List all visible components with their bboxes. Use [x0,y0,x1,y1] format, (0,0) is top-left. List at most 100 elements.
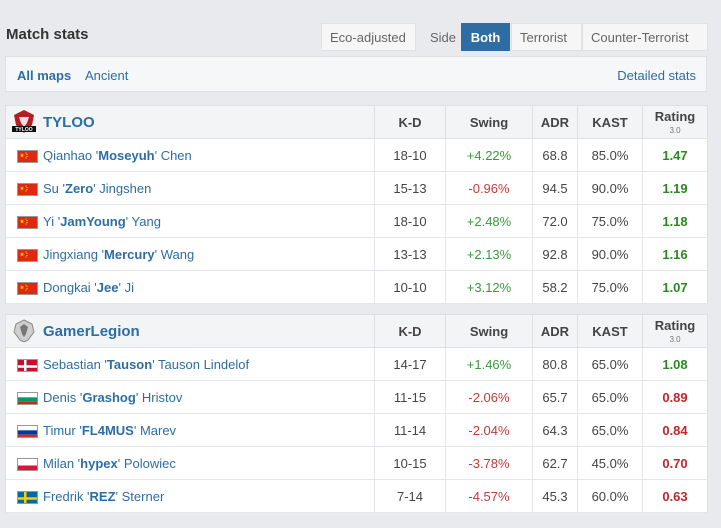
player-first-name: Fredrik ' [43,489,90,504]
player-last-name: ' Chen [154,148,192,163]
kast-cell: 90.0% [577,172,642,204]
column-header-swing: Swing [445,106,532,138]
team-header-row: GamerLegion K-D Swing ADR KAST Rating 3.0 [6,315,707,348]
detailed-stats-link[interactable]: Detailed stats [617,68,696,83]
swing-cell: -3.78% [445,447,532,479]
kd-cell: 13-13 [374,238,445,270]
rating-label: Rating [654,109,696,124]
match-stats-header: Match stats Eco-adjusted Side Both Terro… [0,0,721,56]
kd-cell: 18-10 [374,205,445,237]
player-nickname: FL4MUS [81,423,134,438]
column-header-kast: KAST [577,315,642,347]
rating-cell: 1.16 [642,238,707,270]
player-first-name: Qianhao ' [43,148,99,163]
player-name-link[interactable]: Fredrik 'REZ' Sterner [43,480,164,513]
svg-text:TYLOO: TYLOO [15,127,32,133]
player-nickname: Mercury [104,247,155,262]
team-name-link[interactable]: TYLOO [43,114,95,131]
column-header-rating: Rating 3.0 [642,315,707,347]
player-first-name: Denis ' [43,390,83,405]
gamerlegion-logo-icon [10,318,38,344]
player-first-name: Dongkai ' [43,280,97,295]
player-name-link[interactable]: Yi 'JamYoung' Yang [43,205,161,238]
player-row: Jingxiang 'Mercury' Wang 13-13 +2.13% 92.8 9… [6,238,707,271]
player-name-link[interactable]: Timur 'FL4MUS' Marev [43,414,176,447]
adr-cell: 65.7 [532,381,577,413]
kd-cell: 10-15 [374,447,445,479]
flag-bulgaria-icon [17,392,38,405]
rating-cell: 1.19 [642,172,707,204]
kast-cell: 65.0% [577,414,642,446]
side-counter-terrorist-button[interactable]: Counter-Terrorist [582,23,708,51]
player-first-name: Yi ' [43,214,61,229]
column-header-rating: Rating 3.0 [642,106,707,138]
player-row: Milan 'hypex' Polowiec 10-15 -3.78% 62.7 45.… [6,447,707,480]
flag-russia-icon [17,425,38,438]
map-tab-ancient[interactable]: Ancient [85,68,128,83]
eco-adjusted-toggle[interactable]: Eco-adjusted [321,23,416,51]
kast-cell: 60.0% [577,480,642,512]
player-last-name: ' Sterner [115,489,165,504]
rating-cell: 1.08 [642,348,707,380]
adr-cell: 92.8 [532,238,577,270]
adr-cell: 80.8 [532,348,577,380]
side-terrorist-button[interactable]: Terrorist [511,23,582,51]
player-first-name: Jingxiang ' [43,247,105,262]
player-nickname: Moseyuh [98,148,155,163]
kd-cell: 18-10 [374,139,445,171]
swing-cell: +2.13% [445,238,532,270]
rating-cell: 0.84 [642,414,707,446]
column-header-kast: KAST [577,106,642,138]
player-nickname: Jee [96,280,119,295]
player-name-link[interactable]: Dongkai 'Jee' Ji [43,271,134,304]
tyloo-logo-icon: TYLOO [10,109,38,135]
adr-cell: 45.3 [532,480,577,512]
player-name-link[interactable]: Denis 'Grashog' Hristov [43,381,182,414]
column-header-adr: ADR [532,106,577,138]
side-label: Side [430,30,457,45]
player-first-name: Milan ' [43,456,81,471]
kd-cell: 15-13 [374,172,445,204]
flag-china-icon [17,150,38,163]
swing-cell: +3.12% [445,271,532,303]
player-nickname: Grashog [82,390,136,405]
adr-cell: 62.7 [532,447,577,479]
player-row: Denis 'Grashog' Hristov 11-15 -2.06% 65.7 65… [6,381,707,414]
rating-cell: 1.47 [642,139,707,171]
team-name-link[interactable]: GamerLegion [43,323,140,340]
team-table-gamerlegion: GamerLegion K-D Swing ADR KAST Rating 3.0 Sebas… [5,314,708,513]
kd-cell: 14-17 [374,348,445,380]
adr-cell: 72.0 [532,205,577,237]
player-name-link[interactable]: Qianhao 'Moseyuh' Chen [43,139,192,172]
swing-cell: -2.06% [445,381,532,413]
kast-cell: 75.0% [577,205,642,237]
column-header-kd: K-D [374,106,445,138]
rating-cell: 1.18 [642,205,707,237]
player-last-name: ' Polowiec [117,456,176,471]
player-row: Su 'Zero' Jingshen 15-13 -0.96% 94.5 90.0% 1.… [6,172,707,205]
side-both-button[interactable]: Both [461,23,510,51]
player-row: Fredrik 'REZ' Sterner 7-14 -4.57% 45.3 60.0%… [6,480,707,513]
adr-cell: 58.2 [532,271,577,303]
player-name-link[interactable]: Jingxiang 'Mercury' Wang [43,238,194,271]
page-title: Match stats [6,26,89,43]
player-first-name: Timur ' [43,423,82,438]
player-last-name: ' Ji [118,280,134,295]
swing-cell: -0.96% [445,172,532,204]
player-last-name: ' Tauson Lindelof [152,357,250,372]
kast-cell: 90.0% [577,238,642,270]
player-name-link[interactable]: Su 'Zero' Jingshen [43,172,151,205]
kast-cell: 75.0% [577,271,642,303]
column-header-swing: Swing [445,315,532,347]
column-header-adr: ADR [532,315,577,347]
kd-cell: 7-14 [374,480,445,512]
player-last-name: ' Marev [133,423,177,438]
map-tab-all-maps[interactable]: All maps [17,68,71,83]
player-row: Qianhao 'Moseyuh' Chen 18-10 +4.22% 68.8 85.… [6,139,707,172]
swing-cell: +2.48% [445,205,532,237]
flag-poland-icon [17,458,38,471]
player-last-name: ' Wang [154,247,195,262]
player-name-link[interactable]: Milan 'hypex' Polowiec [43,447,176,480]
player-name-link[interactable]: Sebastian 'Tauson' Tauson Lindelof [43,348,249,381]
player-nickname: REZ [89,489,116,504]
